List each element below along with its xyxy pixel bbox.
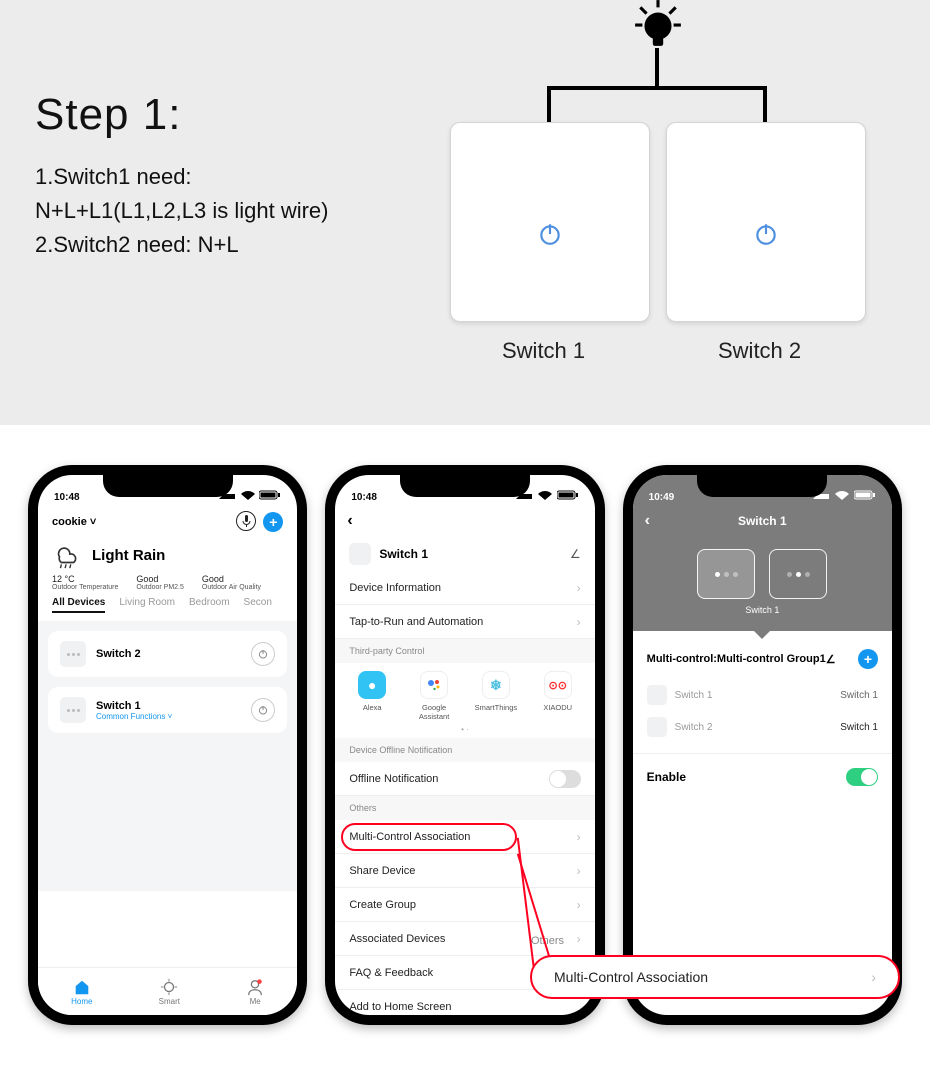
offline-header: Device Offline Notification [335,738,594,762]
chevron-right-icon: › [577,615,581,629]
add-button[interactable]: + [858,649,878,669]
weather-title: Light Rain [92,547,165,564]
room-tabs: All Devices Living Room Bedroom Secon [38,597,297,621]
step-title: Step 1: [35,90,181,140]
device-title: Switch 1 [379,547,428,561]
clock: 10:49 [649,492,675,503]
callout-text: Multi-Control Association [554,969,708,985]
notch [400,475,530,497]
switch-1-label: Switch 1 [502,338,585,364]
tab-smart[interactable]: Smart [159,978,180,1006]
back-button[interactable]: ‹ [645,512,675,530]
device-thumb [349,543,371,565]
phones-row: 10:48 cookie ˅ + [0,425,930,1065]
wire [655,48,659,88]
pm25-stat: GoodOutdoor PM2.5 [136,574,183,591]
notch [697,475,827,497]
gang-tile-2[interactable] [769,549,827,599]
back-button[interactable]: ‹ [347,512,377,530]
chevron-right-icon: › [577,830,581,844]
third-party-row: ●Alexa Google Assistant ❄SmartThings ⊙⊙X… [335,663,594,725]
notch [103,475,233,497]
device-thumb [60,697,86,723]
chevron-right-icon: › [577,898,581,912]
device-name: Switch 1 [96,700,172,712]
tab-bar: Home Smart Me [38,967,297,1015]
switch-2-label: Switch 2 [718,338,801,364]
enable-toggle[interactable] [846,768,878,786]
device-card-switch2[interactable]: Switch 2 [48,631,287,677]
tab-secondary[interactable]: Secon [244,597,272,613]
row-tap-to-run[interactable]: Tap-to-Run and Automation› [335,605,594,639]
alexa-button[interactable]: ●Alexa [346,671,398,721]
callout-header: Others [531,935,564,947]
row-device-info[interactable]: Device Information› [335,571,594,605]
third-party-header: Third-party Control [335,639,594,663]
row-multi-control[interactable]: Multi-Control Association› [335,820,594,854]
aq-stat: GoodOutdoor Air Quality [202,574,261,591]
instruction-line-3: 2.Switch2 need: N+L [35,228,329,262]
google-assistant-button[interactable]: Google Assistant [408,671,460,721]
tab-home[interactable]: Home [71,978,92,1006]
xiaodu-button[interactable]: ⊙⊙XIAODU [532,671,584,721]
switch-panel-2 [666,122,866,322]
row-offline-notification[interactable]: Offline Notification [335,762,594,796]
add-device-button[interactable]: + [263,512,283,532]
device-name: Switch 2 [96,648,141,660]
toggle-offline[interactable] [549,770,581,788]
tab-me[interactable]: Me [246,978,264,1006]
enable-row: Enable [633,753,892,800]
instruction-line-2: N+L+L1(L1,L2,L3 is light wire) [35,194,329,228]
mc-row-1[interactable]: Switch 1Switch 1 [633,679,892,711]
phone-1: 10:48 cookie ˅ + [28,465,307,1025]
clock: 10:48 [351,492,377,503]
smartthings-button[interactable]: ❄SmartThings [470,671,522,721]
bulb-icon [632,0,684,50]
chevron-right-icon: › [577,581,581,595]
gang-tile-1[interactable] [697,549,755,599]
row-share-device[interactable]: Share Device› [335,854,594,888]
power-button[interactable] [251,698,275,722]
page-title: Switch 1 [738,514,787,528]
page-dots: • · [335,725,594,738]
phone-3: 10:49 ‹ Switch 1 Switch 1 [623,465,902,1025]
tab-living-room[interactable]: Living Room [119,597,175,613]
chevron-right-icon: › [577,932,581,946]
power-icon [537,221,563,247]
callout-bubble: Multi-Control Association › [530,955,900,999]
tab-all-devices[interactable]: All Devices [52,597,105,613]
power-icon [753,221,779,247]
device-sub[interactable]: Common Functions ˅ [96,712,172,721]
wire [547,86,551,122]
clock: 10:48 [54,492,80,503]
tile-label: Switch 1 [633,605,892,615]
wiring-diagram: Step 1: 1.Switch1 need: N+L+L1(L1,L2,L3 … [0,0,930,425]
arrow-down-icon [754,631,770,639]
instructions: 1.Switch1 need: N+L+L1(L1,L2,L3 is light… [35,160,329,262]
edit-icon[interactable]: ∠ [826,653,836,666]
device-thumb [60,641,86,667]
instruction-line-1: 1.Switch1 need: [35,160,329,194]
group-title: Multi-control:Multi-control Group1 [647,653,826,665]
row-create-group[interactable]: Create Group› [335,888,594,922]
device-card-switch1[interactable]: Switch 1Common Functions ˅ [48,687,287,733]
mic-icon[interactable] [236,511,256,531]
mc-row-2[interactable]: Switch 2Switch 1 [633,711,892,743]
chevron-right-icon: › [577,864,581,878]
wire [763,86,767,122]
chevron-right-icon: › [871,969,876,985]
power-button[interactable] [251,642,275,666]
wire [547,86,767,90]
edit-icon[interactable]: ∠ [570,547,581,561]
weather-icon [52,540,82,570]
switch-panel-1 [450,122,650,322]
others-header: Others [335,796,594,820]
enable-label: Enable [647,770,686,784]
home-name[interactable]: cookie ˅ [52,516,96,528]
tab-bedroom[interactable]: Bedroom [189,597,230,613]
temp-stat: 12 °COutdoor Temperature [52,574,118,591]
